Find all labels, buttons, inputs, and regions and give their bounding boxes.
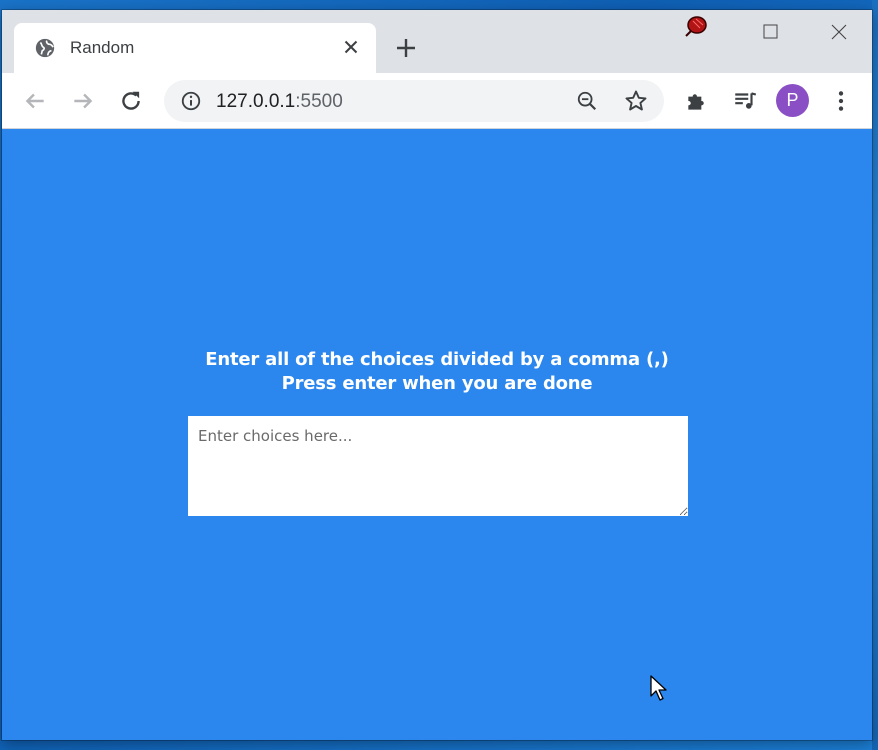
puzzle-icon[interactable] bbox=[684, 88, 710, 114]
maximize-icon[interactable] bbox=[747, 10, 793, 54]
address-bar[interactable]: 127.0.0.1:5500 bbox=[164, 80, 664, 122]
instruction-line-1: Enter all of the choices divided by a co… bbox=[205, 349, 669, 370]
media-queue-icon[interactable] bbox=[732, 88, 758, 114]
plus-icon[interactable] bbox=[394, 36, 418, 60]
reload-icon[interactable] bbox=[118, 88, 144, 114]
arrow-left-icon[interactable] bbox=[22, 88, 48, 114]
tab-title: Random bbox=[70, 38, 135, 57]
profile-avatar[interactable]: P bbox=[776, 84, 809, 117]
url-port: :5500 bbox=[295, 91, 343, 112]
page-content: Enter all of the choices divided by a co… bbox=[2, 129, 872, 740]
close-icon[interactable] bbox=[340, 36, 362, 58]
star-icon[interactable] bbox=[624, 89, 648, 113]
globe-icon bbox=[35, 38, 55, 58]
kebab-menu-icon[interactable] bbox=[828, 88, 854, 114]
desktop-background bbox=[872, 0, 878, 750]
tab-strip: Random bbox=[2, 10, 872, 73]
choices-input[interactable] bbox=[188, 416, 688, 516]
arrow-right-icon[interactable] bbox=[70, 88, 96, 114]
url-text[interactable]: 127.0.0.1:5500 bbox=[216, 91, 343, 113]
info-icon[interactable] bbox=[180, 90, 202, 112]
window-close-icon[interactable] bbox=[816, 10, 862, 54]
browser-window: Random 127.0.0.1:5500 P Enter all of the… bbox=[2, 10, 872, 740]
recording-icon bbox=[685, 16, 707, 37]
zoom-out-icon[interactable] bbox=[576, 90, 598, 112]
mouse-cursor-icon bbox=[650, 675, 667, 701]
instruction-line-2: Press enter when you are done bbox=[281, 373, 593, 394]
tab-random[interactable]: Random bbox=[14, 23, 376, 73]
url-host: 127.0.0.1 bbox=[216, 91, 296, 112]
instructions: Enter all of the choices divided by a co… bbox=[2, 348, 872, 396]
browser-toolbar: 127.0.0.1:5500 P bbox=[2, 73, 872, 129]
